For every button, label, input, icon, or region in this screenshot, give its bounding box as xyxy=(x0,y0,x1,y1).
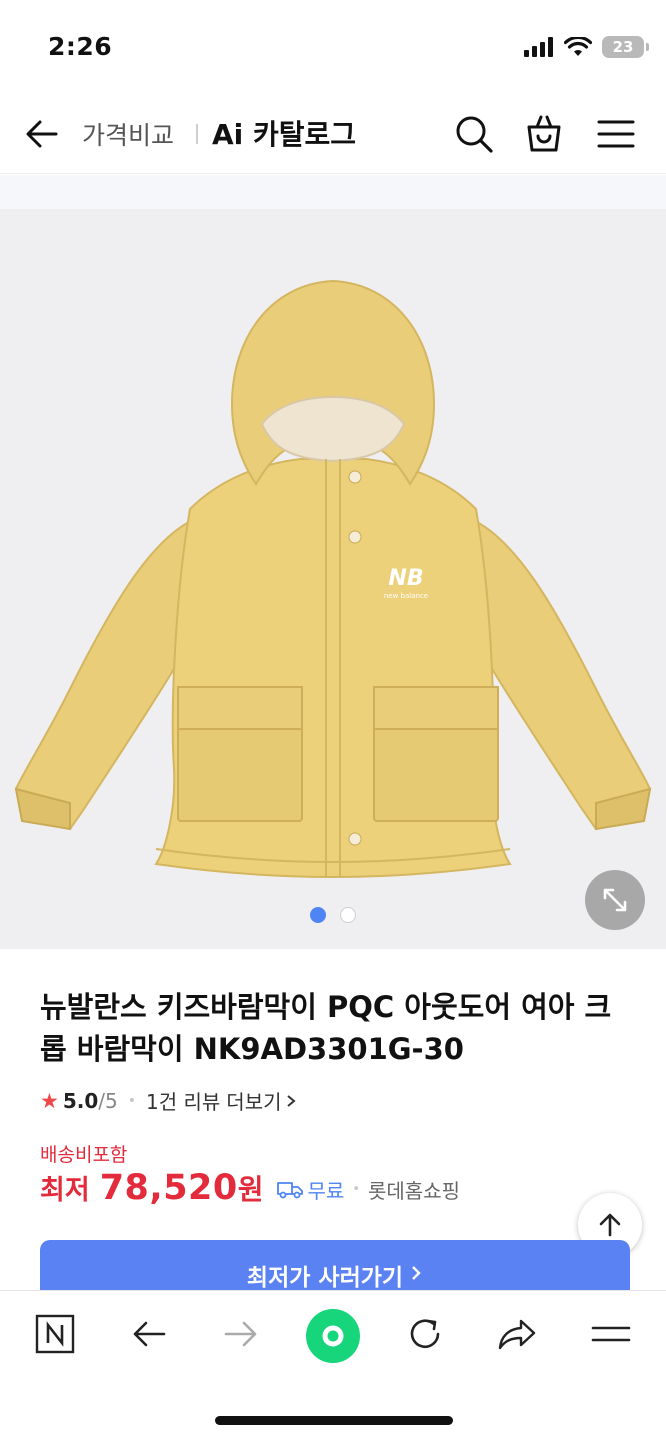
gallery-dot-1[interactable] xyxy=(310,907,326,923)
price-prefix: 최저 xyxy=(40,1175,90,1206)
signal-icon xyxy=(524,37,553,57)
rating-value: 5.0 xyxy=(62,1088,99,1113)
more-menu-button[interactable] xyxy=(586,1309,636,1359)
shopping-bag-icon[interactable] xyxy=(522,112,566,156)
reload-button[interactable] xyxy=(400,1309,450,1359)
header-divider xyxy=(196,124,198,144)
back-arrow-icon[interactable] xyxy=(22,114,62,154)
home-green-button[interactable] xyxy=(306,1309,360,1363)
review-more-link[interactable]: 더보기 xyxy=(226,1086,281,1115)
star-icon: ★ xyxy=(40,1088,59,1113)
rating-row: ★ 5.0 /5 • 1건 리뷰 더보기 xyxy=(40,1086,297,1115)
price-row: 최저 78,520 원 무료 • 롯데홈쇼핑 xyxy=(40,1168,460,1208)
header-title: Ai 카탈로그 xyxy=(212,118,357,151)
status-indicators: 23 xyxy=(524,36,649,58)
shipping-included-label: 배송비포함 xyxy=(40,1144,128,1166)
review-count[interactable]: 1건 리뷰 xyxy=(146,1086,220,1115)
svg-text:NB: NB xyxy=(388,566,423,591)
app-header: 가격비교 Ai 카탈로그 xyxy=(0,96,666,174)
wifi-icon xyxy=(564,37,592,56)
delivery-info: 무료 • 롯데홈쇼핑 xyxy=(276,1175,460,1204)
rating-max: /5 xyxy=(98,1088,118,1113)
brand-logo-text: new balance xyxy=(384,592,428,600)
naver-n-button[interactable] xyxy=(30,1309,80,1359)
delivery-free-label: 무료 xyxy=(307,1178,345,1203)
price-unit: 원 xyxy=(237,1173,264,1206)
back-icon xyxy=(133,1321,166,1347)
naver-n-icon xyxy=(35,1314,75,1354)
arrow-up-icon xyxy=(599,1213,621,1237)
product-image: NB new balance xyxy=(14,279,652,879)
browser-forward-button[interactable] xyxy=(216,1309,266,1359)
price-value: 78,520 xyxy=(99,1168,238,1208)
status-bar: 2:26 23 xyxy=(0,0,666,96)
more-menu-icon xyxy=(591,1326,631,1342)
product-title: 뉴발란스 키즈바람막이 PQC 아웃도어 여아 크롭 바람막이 NK9AD330… xyxy=(40,990,612,1066)
gallery-pagination xyxy=(0,907,666,923)
battery-icon: 23 xyxy=(602,36,649,58)
header-subtitle[interactable]: 가격비교 xyxy=(82,116,174,152)
chevron-right-icon xyxy=(412,1266,421,1280)
separator-dot: • xyxy=(127,1092,136,1109)
reload-icon xyxy=(410,1319,440,1349)
share-icon xyxy=(498,1319,536,1350)
home-indicator xyxy=(215,1416,453,1425)
forward-icon xyxy=(224,1321,257,1347)
truck-icon xyxy=(276,1182,303,1199)
separator-dot: • xyxy=(352,1181,360,1197)
search-icon[interactable] xyxy=(452,112,496,156)
share-button[interactable] xyxy=(492,1309,542,1359)
gallery-dot-2[interactable] xyxy=(340,907,356,923)
expand-image-button[interactable] xyxy=(585,870,645,930)
hamburger-menu-icon[interactable] xyxy=(594,112,638,156)
home-green-icon xyxy=(322,1325,344,1347)
product-image-gallery[interactable]: NB new balance xyxy=(0,209,666,949)
expand-icon xyxy=(603,888,627,912)
browser-back-button[interactable] xyxy=(124,1309,174,1359)
top-strip xyxy=(0,175,666,209)
chevron-right-icon xyxy=(286,1094,296,1107)
status-time: 2:26 xyxy=(48,32,113,61)
seller-name[interactable]: 롯데홈쇼핑 xyxy=(368,1175,460,1204)
